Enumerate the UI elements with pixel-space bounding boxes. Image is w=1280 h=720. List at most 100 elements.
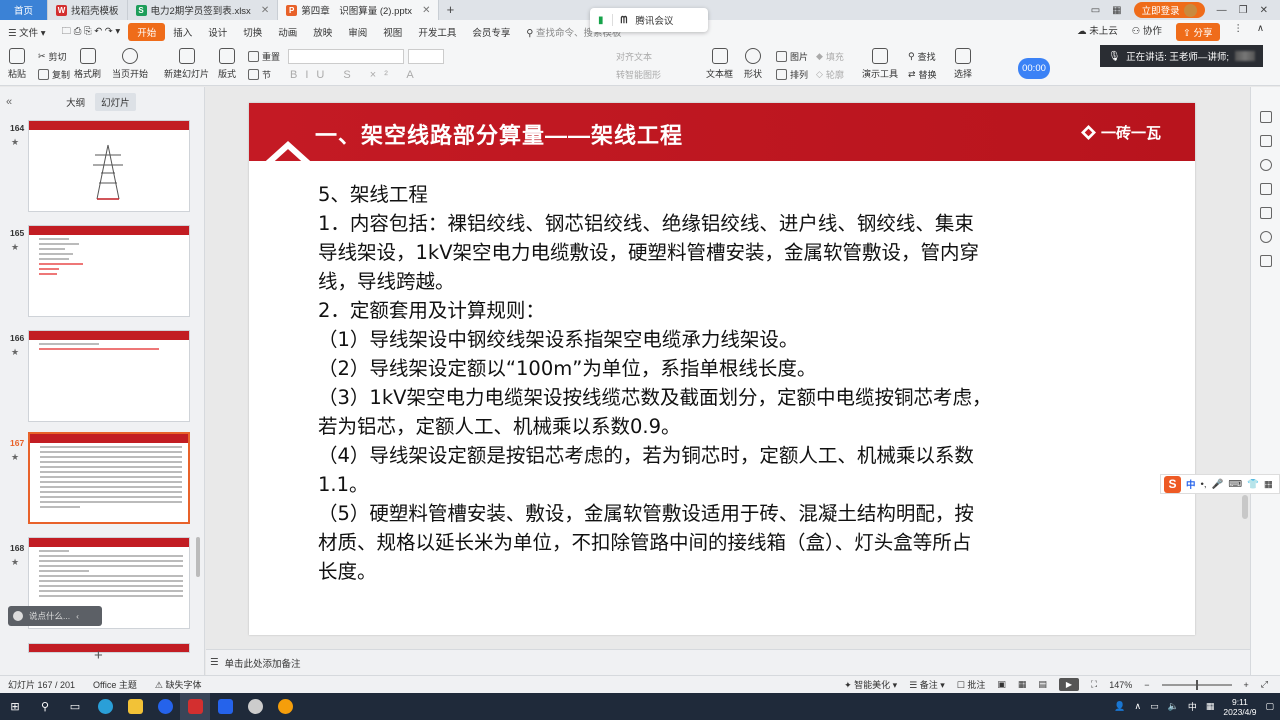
layout-icon[interactable]: ▭ bbox=[1091, 5, 1100, 16]
restore-icon[interactable]: ❐ bbox=[1239, 5, 1248, 16]
tab-presentation[interactable]: P 第四章 识图算量 (2).pptx ✕ bbox=[278, 0, 440, 20]
slide-thumbnail-row[interactable]: 164 ★ bbox=[0, 117, 204, 217]
share-button[interactable]: ⇪ 分享 bbox=[1175, 23, 1220, 41]
volume-icon[interactable]: 🔈 bbox=[1168, 701, 1179, 712]
app-round-icon[interactable] bbox=[240, 693, 270, 720]
present-tool-button[interactable]: 演示工具 bbox=[862, 48, 898, 80]
add-slide-icon[interactable]: + bbox=[94, 647, 103, 664]
copy-button[interactable]: 复制 bbox=[38, 68, 70, 81]
tab-slides[interactable]: 幻灯片 bbox=[95, 93, 136, 111]
zoom-in-icon[interactable]: + bbox=[1244, 680, 1249, 690]
login-button[interactable]: 立即登录 bbox=[1133, 2, 1205, 18]
menu-animation[interactable]: 动画 bbox=[270, 25, 305, 39]
align-text-button[interactable]: 对齐文本 bbox=[616, 50, 652, 63]
app-k-icon[interactable] bbox=[150, 693, 180, 720]
voice-icon[interactable]: 🎤 bbox=[1211, 479, 1223, 490]
slide-thumbnail[interactable] bbox=[28, 225, 190, 317]
select-button[interactable]: 选择 bbox=[954, 48, 972, 80]
ime-language[interactable]: 中 bbox=[1186, 477, 1196, 491]
fill-button[interactable]: ◆ 填充 bbox=[816, 50, 844, 63]
quick-access[interactable]: 🗀 ⎙ ⎘ ↶ ↷ ▾ bbox=[54, 24, 129, 40]
menu-transition[interactable]: 切换 bbox=[235, 25, 270, 39]
grid-icon[interactable]: ▦ bbox=[1112, 5, 1121, 16]
meeting-bar[interactable]: ▮ ᗰ 腾讯会议 bbox=[590, 8, 708, 32]
menu-view[interactable]: 视图 bbox=[375, 25, 410, 39]
smart-beautify-button[interactable]: ✦ 智能美化 ▾ bbox=[844, 678, 897, 691]
play-from-current-button[interactable]: 当页开始 bbox=[112, 48, 148, 80]
more-icon[interactable]: ⋮ bbox=[1234, 23, 1244, 41]
collapse-ribbon-icon[interactable]: ∧ bbox=[1257, 23, 1264, 41]
collab-button[interactable]: ⚇ 协作 bbox=[1132, 23, 1162, 41]
find-button[interactable]: ⚲ 查找 bbox=[908, 50, 936, 63]
tencent-meeting-icon[interactable] bbox=[210, 693, 240, 720]
chat-input-pill[interactable]: 说点什么... ‹ bbox=[8, 606, 102, 626]
notes-pane[interactable]: ☰ 单击此处添加备注 bbox=[206, 649, 1250, 675]
notes-toggle-button[interactable]: ☰ 备注 ▾ bbox=[909, 678, 945, 691]
tab-template[interactable]: W 找稻壳模板 bbox=[48, 0, 128, 20]
collapse-panel-icon[interactable]: « bbox=[6, 96, 12, 108]
panel-scrollbar[interactable] bbox=[196, 537, 200, 577]
zoom-slider-handle[interactable] bbox=[1195, 679, 1198, 690]
close-window-icon[interactable]: ✕ bbox=[1260, 5, 1268, 16]
animation-icon[interactable] bbox=[1260, 159, 1272, 171]
reading-view-icon[interactable]: ▤ bbox=[1038, 679, 1047, 690]
menu-developer[interactable]: 开发工具 bbox=[410, 25, 464, 39]
slide[interactable]: 一、架空线路部分算量——架线工程 一砖一瓦 5、架线工程 1．内容包括：裸铝绞线… bbox=[249, 103, 1195, 635]
close-icon[interactable]: ✕ bbox=[422, 5, 430, 16]
convert-graphic-button[interactable]: 转智能图形 bbox=[616, 68, 661, 81]
font-family-select[interactable] bbox=[288, 49, 404, 64]
menu-home[interactable]: 开始 bbox=[128, 23, 166, 41]
windows-start-icon[interactable]: ⊞ bbox=[0, 693, 30, 720]
normal-view-icon[interactable]: ▣ bbox=[997, 679, 1006, 690]
punctuation-icon[interactable]: •, bbox=[1201, 479, 1207, 490]
edge-icon[interactable] bbox=[90, 693, 120, 720]
theme-name[interactable]: Office 主题 bbox=[93, 678, 137, 691]
section-button[interactable]: 节 bbox=[248, 68, 271, 81]
menu-member[interactable]: 会员专享 bbox=[464, 25, 518, 39]
menu-design[interactable]: 设计 bbox=[200, 25, 235, 39]
timer-badge[interactable]: 00:00 bbox=[1018, 58, 1050, 79]
user-icon[interactable]: 👤 bbox=[1114, 701, 1125, 712]
format-painter-button[interactable]: 格式刷 bbox=[74, 48, 101, 80]
settings-sliders-icon[interactable] bbox=[1260, 135, 1272, 147]
tray-chevron-icon[interactable]: ∧ bbox=[1135, 701, 1142, 712]
text-box-button[interactable]: 文本框 bbox=[706, 48, 733, 80]
keyboard-icon[interactable]: ⌨ bbox=[1228, 479, 1242, 490]
fit-icon[interactable]: ⛶ bbox=[1091, 679, 1097, 690]
search-icon[interactable]: ⚲ bbox=[30, 693, 60, 720]
paste-button[interactable]: 粘贴 bbox=[8, 48, 26, 80]
comments-button[interactable]: ☐ 批注 bbox=[957, 678, 986, 691]
menu-slideshow[interactable]: 放映 bbox=[305, 25, 340, 39]
minimize-icon[interactable]: — bbox=[1217, 5, 1227, 16]
zoom-level[interactable]: 147% bbox=[1109, 680, 1132, 690]
network-icon[interactable]: ▭ bbox=[1150, 701, 1159, 712]
file-explorer-icon[interactable] bbox=[120, 693, 150, 720]
cloud-button[interactable]: ☁ 未上云 bbox=[1077, 23, 1118, 41]
replace-button[interactable]: ⇄ 替换 bbox=[908, 68, 937, 81]
ime-grid-icon[interactable]: ▦ bbox=[1206, 701, 1215, 712]
tab-spreadsheet[interactable]: S 电力2期学员签到表.xlsx ✕ bbox=[128, 0, 279, 20]
layout-button[interactable]: 版式 bbox=[218, 48, 236, 80]
template-icon[interactable] bbox=[1260, 207, 1272, 219]
task-view-icon[interactable]: ▭ bbox=[60, 693, 90, 720]
add-tab-icon[interactable]: + bbox=[439, 0, 461, 20]
font-style-buttons[interactable]: BIU S ×² A bbox=[290, 69, 422, 81]
canvas-scrollbar[interactable] bbox=[1242, 495, 1248, 519]
slide-thumbnail-row[interactable]: 165 ★ bbox=[0, 222, 204, 322]
notification-icon[interactable]: ▢ bbox=[1265, 701, 1274, 712]
layers-icon[interactable] bbox=[1260, 255, 1272, 267]
fit-window-icon[interactable]: ⤢ bbox=[1261, 679, 1268, 690]
grid-icon[interactable]: ▦ bbox=[1264, 479, 1273, 490]
wps-icon[interactable] bbox=[180, 693, 210, 720]
location-icon[interactable] bbox=[1260, 231, 1272, 243]
slide-thumbnail-selected[interactable] bbox=[28, 432, 190, 524]
new-slide-button[interactable]: 新建幻灯片 bbox=[164, 48, 209, 80]
missing-font-button[interactable]: ⚠ 缺失字体 bbox=[155, 678, 202, 691]
app-yellow-icon[interactable] bbox=[270, 693, 300, 720]
play-icon[interactable]: ▶ bbox=[1058, 678, 1079, 691]
input-language[interactable]: 中 bbox=[1188, 700, 1197, 713]
outline-button[interactable]: ◇ 轮廓 bbox=[816, 68, 844, 81]
slide-thumbnail[interactable] bbox=[28, 120, 190, 212]
document-icon[interactable] bbox=[1260, 183, 1272, 195]
cut-button[interactable]: ✂ 剪切 bbox=[38, 50, 67, 63]
